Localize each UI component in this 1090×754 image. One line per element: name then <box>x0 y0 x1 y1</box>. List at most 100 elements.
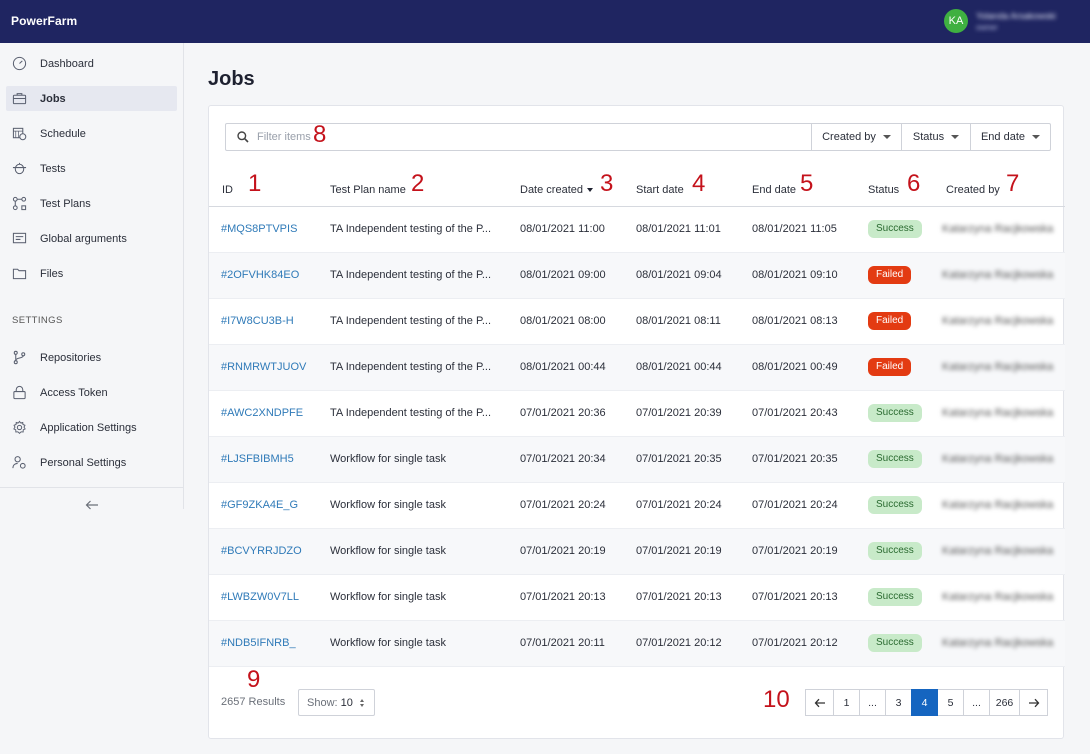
column-header-end-date[interactable]: End date <box>752 184 796 196</box>
table-row[interactable]: #BCVYRRJDZO Workflow for single task 07/… <box>209 529 1065 575</box>
page-size-select[interactable]: Show: 10 <box>298 689 375 716</box>
page-button[interactable]: 1 <box>833 689 860 716</box>
start-date: 08/01/2021 11:01 <box>636 223 721 235</box>
arrow-right-icon <box>1028 698 1039 707</box>
user-info[interactable]: Yolanda Arsakowski owner <box>976 11 1056 32</box>
status-badge: Success <box>868 220 922 238</box>
job-id-link[interactable]: #GF9ZKA4E_G <box>221 499 298 511</box>
sidebar-item-test-plans[interactable]: Test Plans <box>6 191 177 216</box>
created-by: Katarzyna Racjkowska <box>942 545 1054 557</box>
job-id-link[interactable]: #I7W8CU3B-H <box>221 315 294 327</box>
created-by: Katarzyna Racjkowska <box>942 499 1054 511</box>
sidebar-item-access-token[interactable]: Access Token <box>6 380 177 405</box>
table-row[interactable]: #GF9ZKA4E_G Workflow for single task 07/… <box>209 483 1065 529</box>
end-date: 08/01/2021 09:10 <box>752 269 838 281</box>
status-badge: Failed <box>868 266 912 284</box>
sidebar: Dashboard Jobs Schedule Tests Test Plans… <box>0 43 184 510</box>
avatar[interactable]: KA <box>944 9 968 33</box>
table-row[interactable]: #I7W8CU3B-H TA Independent testing of th… <box>209 299 1065 345</box>
app-brand[interactable]: PowerFarm <box>11 14 77 28</box>
page-size-value: 10 <box>340 696 353 709</box>
page-button[interactable]: 3 <box>885 689 912 716</box>
table-row[interactable]: #2OFVHK84EO TA Independent testing of th… <box>209 253 1065 299</box>
next-page-button[interactable] <box>1019 689 1048 716</box>
table-row[interactable]: #AWC2XNDPFE TA Independent testing of th… <box>209 391 1065 437</box>
briefcase-icon <box>11 90 28 107</box>
prev-page-button[interactable] <box>805 689 834 716</box>
annotation-3: 3 <box>600 170 614 197</box>
sidebar-item-personal-settings[interactable]: Personal Settings <box>6 450 177 475</box>
date-created: 07/01/2021 20:36 <box>520 407 606 419</box>
column-header-created-by[interactable]: Created by <box>946 184 1000 196</box>
sidebar-item-application-settings[interactable]: Application Settings <box>6 415 177 440</box>
end-date: 07/01/2021 20:43 <box>752 407 838 419</box>
sidebar-item-label: Application Settings <box>40 421 137 434</box>
filter-input[interactable] <box>257 131 557 143</box>
annotation-2: 2 <box>411 170 425 197</box>
table-row[interactable]: #NDB5IFNRB_ Workflow for single task 07/… <box>209 621 1065 667</box>
plan-name: Workflow for single task <box>330 453 446 465</box>
start-date: 07/01/2021 20:35 <box>636 453 722 465</box>
column-header-plan[interactable]: Test Plan name <box>330 184 406 196</box>
date-created: 08/01/2021 09:00 <box>520 269 606 281</box>
created-by: Katarzyna Racjkowska <box>942 591 1054 603</box>
sidebar-item-label: Access Token <box>40 386 108 399</box>
sidebar-item-label: Jobs <box>40 92 66 105</box>
table-row[interactable]: #LWBZW0V7LL Workflow for single task 07/… <box>209 575 1065 621</box>
annotation-8: 8 <box>313 121 327 148</box>
job-id-link[interactable]: #2OFVHK84EO <box>221 269 299 281</box>
jobs-card: Created by Status End date ID Test Plan … <box>208 105 1065 739</box>
end-date: 07/01/2021 20:35 <box>752 453 838 465</box>
table-row[interactable]: #MQS8PTVPIS TA Independent testing of th… <box>209 207 1065 253</box>
sidebar-item-label: Files <box>40 267 64 280</box>
job-id-link[interactable]: #LJSFBIBMH5 <box>221 453 294 465</box>
test-plans-icon <box>11 195 28 212</box>
status-badge: Success <box>868 634 922 652</box>
end-date-dropdown[interactable]: End date <box>970 124 1050 150</box>
sidebar-item-global-arguments[interactable]: Global arguments <box>6 226 177 251</box>
job-id-link[interactable]: #LWBZW0V7LL <box>221 591 299 603</box>
annotation-4: 4 <box>692 170 706 197</box>
plan-name: Workflow for single task <box>330 545 446 557</box>
page-button[interactable]: 266 <box>989 689 1020 716</box>
sidebar-item-files[interactable]: Files <box>6 261 177 286</box>
page-size-label: Show: <box>307 696 338 709</box>
dashboard-icon <box>11 55 28 72</box>
status-dropdown[interactable]: Status <box>901 124 970 150</box>
page-button[interactable]: 5 <box>937 689 964 716</box>
date-created: 07/01/2021 20:34 <box>520 453 606 465</box>
column-header-start-date[interactable]: Start date <box>636 184 684 196</box>
job-id-link[interactable]: #NDB5IFNRB_ <box>221 637 296 649</box>
end-date: 07/01/2021 20:13 <box>752 591 838 603</box>
job-id-link[interactable]: #MQS8PTVPIS <box>221 223 297 235</box>
created-by-dropdown[interactable]: Created by <box>811 124 901 150</box>
page-ellipsis: ... <box>963 689 990 716</box>
job-id-link[interactable]: #AWC2XNDPFE <box>221 407 303 419</box>
user-role: owner <box>976 23 998 32</box>
job-id-link[interactable]: #BCVYRRJDZO <box>221 545 302 557</box>
page-button-active[interactable]: 4 <box>911 689 938 716</box>
collapse-sidebar-button[interactable] <box>82 497 102 513</box>
status-badge: Success <box>868 588 922 606</box>
sidebar-item-schedule[interactable]: Schedule <box>6 121 177 146</box>
sidebar-item-tests[interactable]: Tests <box>6 156 177 181</box>
column-header-id[interactable]: ID <box>222 184 233 196</box>
job-id-link[interactable]: #RNMRWTJUOV <box>221 361 306 373</box>
created-by: Katarzyna Racjkowska <box>942 361 1054 373</box>
end-date: 08/01/2021 11:05 <box>752 223 837 235</box>
column-header-status[interactable]: Status <box>868 184 899 196</box>
table-row[interactable]: #RNMRWTJUOV TA Independent testing of th… <box>209 345 1065 391</box>
sidebar-item-jobs[interactable]: Jobs <box>6 86 177 111</box>
end-date: 08/01/2021 00:49 <box>752 361 838 373</box>
chevron-down-icon <box>882 135 891 139</box>
sidebar-item-dashboard[interactable]: Dashboard <box>6 51 177 76</box>
dropdown-label: Status <box>912 131 945 143</box>
start-date: 07/01/2021 20:39 <box>636 407 722 419</box>
status-badge: Success <box>868 542 922 560</box>
table-row[interactable]: #LJSFBIBMH5 Workflow for single task 07/… <box>209 437 1065 483</box>
start-date: 08/01/2021 08:11 <box>636 315 721 327</box>
sidebar-item-repositories[interactable]: Repositories <box>6 345 177 370</box>
created-by: Katarzyna Racjkowska <box>942 637 1054 649</box>
column-header-date-created[interactable]: Date created <box>520 184 593 196</box>
status-badge: Success <box>868 450 922 468</box>
